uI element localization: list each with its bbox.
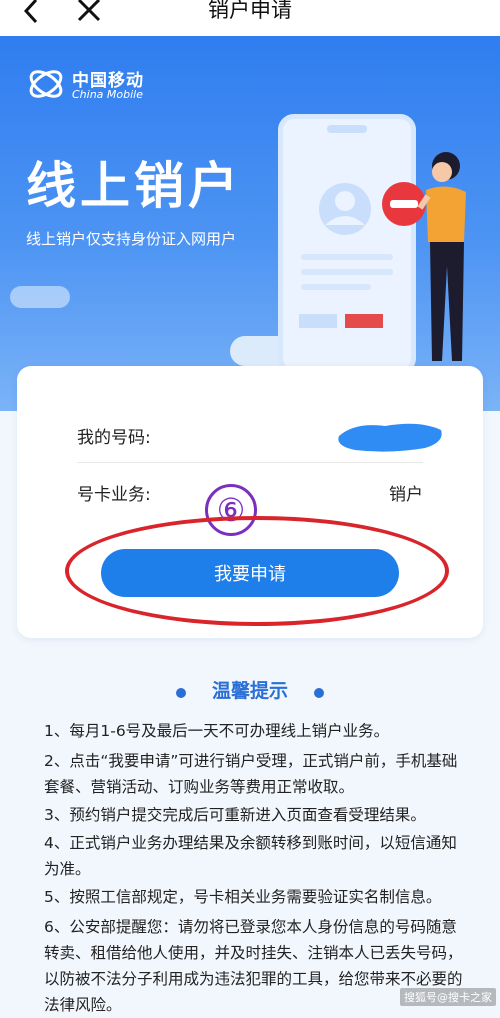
banner: 中国移动 China Mobile 线上销户 线上销户仅支持身份证入网用户 <box>0 36 500 411</box>
brand-name-en: China Mobile <box>72 88 144 101</box>
person-illustration <box>382 152 466 361</box>
redacted-number <box>338 423 442 452</box>
tip-item: 5、按照工信部规定，号卡相关业务需要验证实名制信息。 <box>44 888 442 906</box>
tip-item: 1、每月1-6号及最后一天不可办理线上销户业务。 <box>44 722 390 740</box>
bullet-dot <box>314 688 324 698</box>
service-value: 销户 <box>389 485 423 505</box>
service-label: 号卡业务: <box>77 485 151 505</box>
highlight-ring <box>65 516 449 626</box>
banner-subtitle: 线上销户仅支持身份证入网用户 <box>26 230 237 248</box>
divider <box>77 462 423 463</box>
top-bar: 销户申请 <box>0 0 500 36</box>
tip-item: 4、正式销户业务办理结果及余额转移到账时间，以短信通知为准。 <box>44 834 457 878</box>
china-mobile-logo-icon <box>29 70 63 98</box>
page-title: 销户申请 <box>208 0 292 22</box>
tips-title: 温馨提示 <box>211 680 288 702</box>
banner-title: 线上销户 <box>26 157 242 215</box>
my-number-label: 我的号码: <box>77 428 151 448</box>
cloud-decoration <box>10 286 70 308</box>
account-card: 我的号码: 号卡业务: 销户 ⑥ 我要申请 <box>17 366 483 638</box>
tip-item: 3、预约销户提交完成后可重新进入页面查看受理结果。 <box>44 806 426 824</box>
watermark: 搜狐号@搜卡之家 <box>400 988 496 1006</box>
tip-item: 2、点击“我要申请”可进行销户受理，正式销户前，手机基础套餐、营销活动、订购业务… <box>44 752 458 796</box>
